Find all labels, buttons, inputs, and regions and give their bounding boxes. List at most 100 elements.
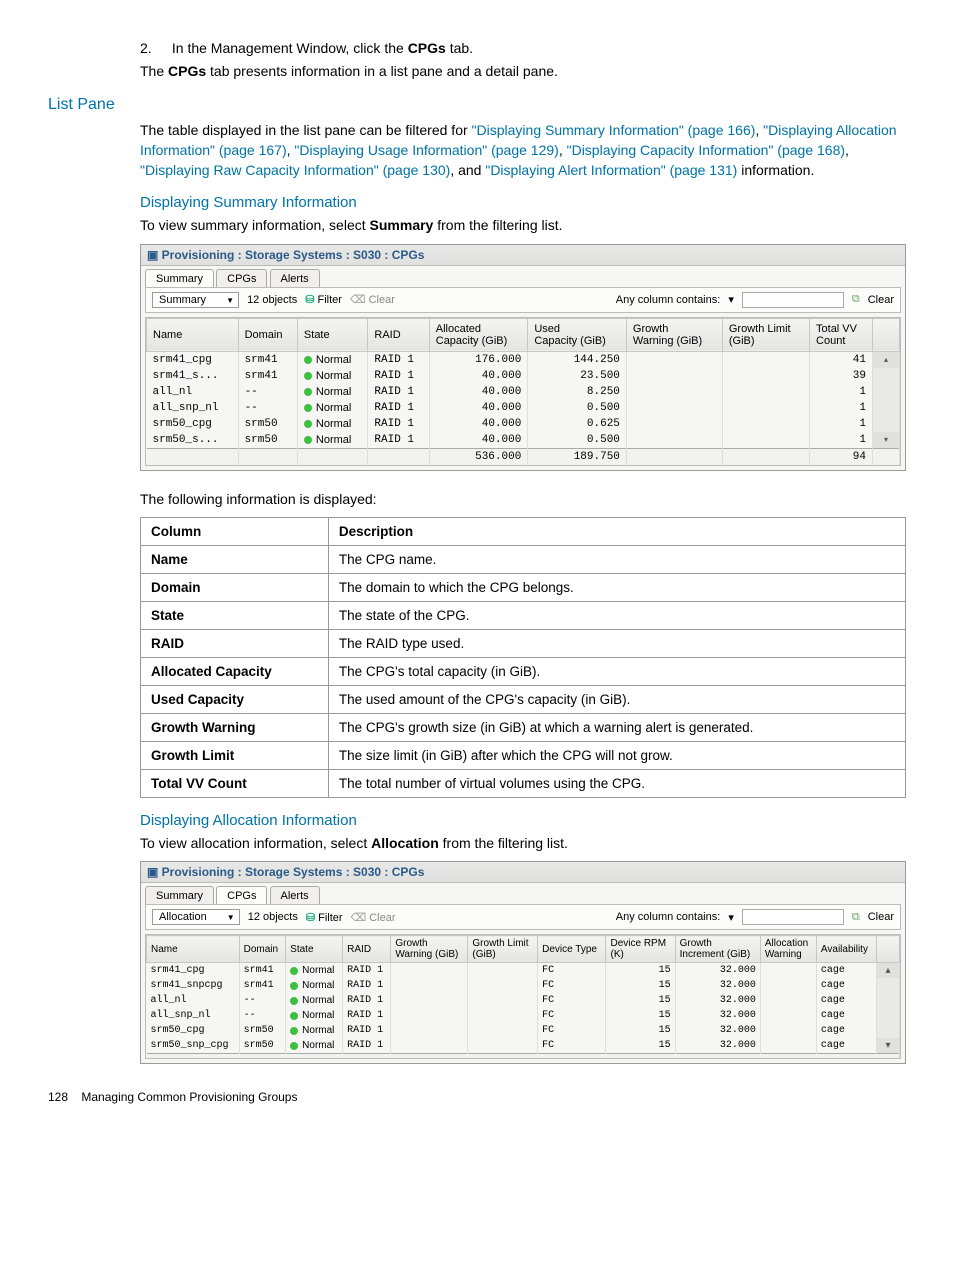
col-header[interactable]: RAID (368, 318, 429, 351)
col-header[interactable]: GrowthWarning (GiB) (626, 318, 722, 351)
scrollbar[interactable]: ▴ (877, 963, 900, 979)
copy-icon[interactable]: ⧉ (852, 293, 860, 306)
col-header[interactable]: GrowthWarning (GiB) (391, 936, 468, 963)
clear-search-button[interactable]: Clear (868, 911, 894, 923)
scrollbar[interactable] (873, 384, 900, 400)
tab-summary[interactable]: Summary (145, 886, 214, 904)
clear-filter-button[interactable]: ⌫ Clear (350, 293, 395, 306)
totals-row (147, 1054, 900, 1059)
scrollbar[interactable] (877, 978, 900, 993)
table-row[interactable]: all_nl--NormalRAID 140.0008.2501 (147, 384, 900, 400)
link-raw-capacity-info[interactable]: "Displaying Raw Capacity Information" (p… (140, 162, 450, 178)
tab-summary[interactable]: Summary (145, 269, 214, 287)
col-header[interactable]: GrowthIncrement (GiB) (675, 936, 760, 963)
clear-filter-button[interactable]: ⌫ Clear (351, 911, 396, 924)
scrollbar-header (873, 318, 900, 351)
search-input[interactable] (742, 909, 844, 925)
col-header[interactable]: Device RPM(K) (606, 936, 675, 963)
col-header[interactable]: Availability (816, 936, 876, 963)
clear-search-button[interactable]: Clear (868, 294, 894, 306)
state-dot-icon (304, 420, 312, 428)
state-dot-icon (304, 404, 312, 412)
section-title-allocation: Displaying Allocation Information (140, 812, 906, 829)
state-dot-icon (304, 436, 312, 444)
link-summary-info[interactable]: "Displaying Summary Information" (page 1… (472, 122, 756, 138)
col-header[interactable]: Device Type (538, 936, 606, 963)
col-header[interactable]: State (297, 318, 367, 351)
col-header[interactable]: Name (147, 936, 240, 963)
table-row[interactable]: all_snp_nl--NormalRAID 140.0000.5001 (147, 400, 900, 416)
filter-button[interactable]: ⛁ Filter (305, 293, 342, 306)
contains-dropdown-icon[interactable]: ▾ (728, 293, 734, 306)
col-header[interactable]: Domain (238, 318, 297, 351)
link-usage-info[interactable]: "Displaying Usage Information" (page 129… (294, 142, 558, 158)
col-header[interactable]: Domain (239, 936, 286, 963)
scrollbar[interactable] (877, 1008, 900, 1023)
view-select[interactable]: Summary (152, 292, 239, 308)
contains-label: Any column contains: (616, 911, 721, 923)
state-dot-icon (290, 982, 298, 990)
link-capacity-info[interactable]: "Displaying Capacity Information" (page … (567, 142, 845, 158)
info-row: StateThe state of the CPG. (141, 602, 906, 630)
filter-button[interactable]: ⛁ Filter (306, 911, 343, 924)
scrollbar[interactable]: ▾ (873, 432, 900, 449)
col-header[interactable]: RAID (343, 936, 391, 963)
col-header[interactable]: Name (147, 318, 239, 351)
scrollbar[interactable] (877, 1023, 900, 1038)
table-row[interactable]: all_nl--NormalRAID 1FC1532.000cage (147, 993, 900, 1008)
scrollbar[interactable]: ▾ (877, 1038, 900, 1054)
page-footer: 128 Managing Common Provisioning Groups (48, 1090, 906, 1104)
summary-grid: NameDomainStateRAIDAllocatedCapacity (Gi… (146, 318, 900, 465)
table-row[interactable]: srm50_cpgsrm50NormalRAID 140.0000.6251 (147, 416, 900, 432)
contains-dropdown-icon[interactable]: ▾ (728, 911, 734, 924)
totals-row: 536.000189.75094 (147, 448, 900, 465)
tab-cpgs[interactable]: CPGs (216, 886, 267, 904)
scrollbar[interactable]: ▴ (873, 351, 900, 368)
column-description-table: Column Description NameThe CPG name.Doma… (140, 517, 906, 798)
info-desc-header: Description (328, 518, 905, 546)
eraser-icon: ⌫ (351, 912, 370, 924)
screenshot-allocation: ▣ Provisioning : Storage Systems : S030 … (140, 861, 906, 1064)
view-select[interactable]: Allocation (152, 909, 240, 925)
col-header[interactable]: AllocatedCapacity (GiB) (429, 318, 528, 351)
state-dot-icon (290, 1012, 298, 1020)
col-header[interactable]: Growth Limit(GiB) (468, 936, 538, 963)
eraser-icon: ⌫ (350, 294, 369, 306)
summary-intro: To view summary information, select Summ… (140, 215, 906, 235)
table-row[interactable]: srm41_snpcpgsrm41NormalRAID 1FC1532.000c… (147, 978, 900, 993)
list-pane-heading: List Pane (48, 96, 906, 114)
col-header[interactable]: Total VVCount (810, 318, 873, 351)
link-alert-info[interactable]: "Displaying Alert Information" (page 131… (485, 162, 737, 178)
search-input[interactable] (742, 292, 844, 308)
state-dot-icon (304, 388, 312, 396)
table-row[interactable]: srm41_s...srm41NormalRAID 140.00023.5003… (147, 368, 900, 384)
scrollbar[interactable] (873, 368, 900, 384)
window-title: ▣ Provisioning : Storage Systems : S030 … (141, 862, 905, 883)
col-header[interactable]: Growth Limit(GiB) (722, 318, 809, 351)
scrollbar[interactable] (873, 416, 900, 432)
tab-alerts[interactable]: Alerts (270, 886, 320, 904)
tab-cpgs[interactable]: CPGs (216, 269, 267, 287)
info-intro: The following information is displayed: (140, 489, 906, 509)
copy-icon[interactable]: ⧉ (852, 911, 860, 924)
paragraph: The CPGs tab presents information in a l… (140, 62, 906, 82)
allocation-intro: To view allocation information, select A… (140, 833, 906, 853)
col-header[interactable]: AllocationWarning (760, 936, 816, 963)
table-row[interactable]: srm41_cpgsrm41NormalRAID 1176.000144.250… (147, 351, 900, 368)
page-number: 128 (48, 1090, 68, 1104)
table-row[interactable]: srm50_snp_cpgsrm50NormalRAID 1FC1532.000… (147, 1038, 900, 1054)
table-row[interactable]: srm50_s...srm50NormalRAID 140.0000.5001▾ (147, 432, 900, 449)
state-dot-icon (290, 997, 298, 1005)
filter-icon: ⛁ (305, 294, 317, 306)
col-header[interactable]: State (286, 936, 343, 963)
scrollbar[interactable] (873, 400, 900, 416)
table-row[interactable]: srm41_cpgsrm41NormalRAID 1FC1532.000cage… (147, 963, 900, 979)
allocation-grid: NameDomainStateRAIDGrowthWarning (GiB)Gr… (146, 935, 900, 1058)
tab-alerts[interactable]: Alerts (270, 269, 320, 287)
table-row[interactable]: all_snp_nl--NormalRAID 1FC1532.000cage (147, 1008, 900, 1023)
col-header[interactable]: UsedCapacity (GiB) (528, 318, 627, 351)
toolbar: Summary 12 objects ⛁ Filter ⌫ Clear Any … (145, 287, 901, 313)
info-row: DomainThe domain to which the CPG belong… (141, 574, 906, 602)
scrollbar[interactable] (877, 993, 900, 1008)
table-row[interactable]: srm50_cpgsrm50NormalRAID 1FC1532.000cage (147, 1023, 900, 1038)
